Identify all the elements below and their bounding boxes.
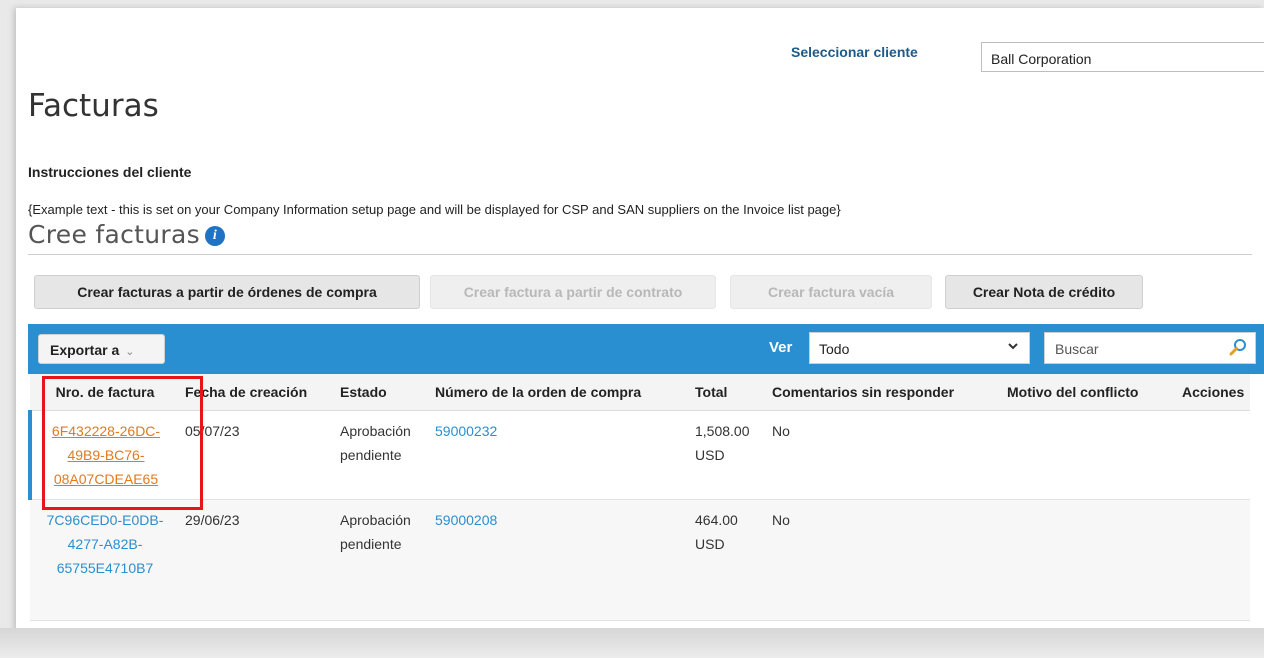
view-filter-select[interactable]: Todo bbox=[809, 332, 1030, 364]
search-input[interactable]: Buscar bbox=[1044, 332, 1256, 364]
client-select-label: Seleccionar cliente bbox=[791, 44, 918, 60]
col-invoice-number[interactable]: Nro. de factura bbox=[30, 374, 180, 411]
table-row[interactable]: 7C96CED0-E0DB-4277-A82B-65755E4710B7 29/… bbox=[30, 499, 1250, 621]
invoice-number-link[interactable]: 6F432228-26DC-49B9-BC76-08A07CDEAE65 bbox=[52, 423, 160, 487]
chevron-down-icon: ⌄ bbox=[125, 346, 135, 358]
search-placeholder: Buscar bbox=[1055, 341, 1099, 357]
col-creation-date[interactable]: Fecha de creación bbox=[180, 374, 335, 411]
col-unanswered-comments[interactable]: Comentarios sin responder bbox=[767, 374, 1002, 411]
col-total[interactable]: Total bbox=[690, 374, 767, 411]
total-cell: 464.00 USD bbox=[690, 499, 767, 621]
section-divider bbox=[28, 254, 1252, 255]
instructions-heading: Instrucciones del cliente bbox=[28, 164, 192, 180]
view-label: Ver bbox=[769, 339, 793, 356]
create-credit-note-button[interactable]: Crear Nota de crédito bbox=[945, 275, 1143, 309]
view-filter-value: Todo bbox=[819, 341, 850, 357]
col-dispute-reason[interactable]: Motivo del conflicto bbox=[1002, 374, 1177, 411]
page-title: Facturas bbox=[28, 88, 159, 124]
table-row[interactable]: 6F432228-26DC-49B9-BC76-08A07CDEAE65 05/… bbox=[28, 410, 1250, 500]
client-select[interactable]: Ball Corporation bbox=[981, 42, 1264, 72]
po-number-cell: 59000232 bbox=[430, 410, 690, 500]
creation-date-cell: 05/07/23 bbox=[180, 410, 335, 500]
col-status[interactable]: Estado bbox=[335, 374, 430, 411]
status-cell: Aprobación pendiente bbox=[335, 410, 430, 500]
col-actions[interactable]: Acciones bbox=[1177, 374, 1250, 411]
bottom-shadow bbox=[0, 628, 1264, 658]
create-from-contract-button[interactable]: Crear factura a partir de contrato bbox=[430, 275, 716, 309]
actions-cell bbox=[1177, 410, 1250, 500]
actions-cell bbox=[1177, 499, 1250, 621]
create-invoices-title-text: Cree facturas bbox=[28, 220, 200, 249]
invoice-number-cell: 6F432228-26DC-49B9-BC76-08A07CDEAE65 bbox=[28, 410, 180, 500]
col-po-number[interactable]: Número de la orden de compra bbox=[430, 374, 690, 411]
po-number-link[interactable]: 59000208 bbox=[435, 512, 497, 528]
search-icon[interactable] bbox=[1228, 337, 1248, 360]
info-icon[interactable]: i bbox=[204, 226, 225, 246]
comments-cell: No bbox=[767, 410, 1002, 500]
table-header-row: Nro. de factura Fecha de creación Estado… bbox=[30, 374, 1250, 411]
status-cell: Aprobación pendiente bbox=[335, 499, 430, 621]
comments-cell: No bbox=[767, 499, 1002, 621]
chevron-down-icon bbox=[1007, 340, 1019, 355]
dispute-reason-cell bbox=[1002, 499, 1177, 621]
creation-date-cell: 29/06/23 bbox=[180, 499, 335, 621]
table-toolbar: Exportar a ⌄ Ver Todo Buscar bbox=[28, 324, 1264, 374]
po-number-link[interactable]: 59000232 bbox=[435, 423, 497, 439]
create-from-po-button[interactable]: Crear facturas a partir de órdenes de co… bbox=[34, 275, 420, 309]
create-blank-invoice-button[interactable]: Crear factura vacía bbox=[730, 275, 932, 309]
dispute-reason-cell bbox=[1002, 410, 1177, 500]
invoices-page: Seleccionar cliente Ball Corporation Fac… bbox=[16, 8, 1264, 636]
export-label: Exportar a bbox=[50, 342, 120, 358]
total-cell: 1,508.00 USD bbox=[690, 410, 767, 500]
create-invoices-title: Cree facturas i bbox=[28, 220, 225, 249]
instructions-text: {Example text - this is set on your Comp… bbox=[28, 202, 841, 217]
po-number-cell: 59000208 bbox=[430, 499, 690, 621]
invoice-number-link[interactable]: 7C96CED0-E0DB-4277-A82B-65755E4710B7 bbox=[47, 512, 164, 576]
invoice-number-cell: 7C96CED0-E0DB-4277-A82B-65755E4710B7 bbox=[30, 499, 180, 621]
export-dropdown[interactable]: Exportar a ⌄ bbox=[38, 334, 165, 364]
invoices-table: Nro. de factura Fecha de creación Estado… bbox=[28, 374, 1250, 621]
